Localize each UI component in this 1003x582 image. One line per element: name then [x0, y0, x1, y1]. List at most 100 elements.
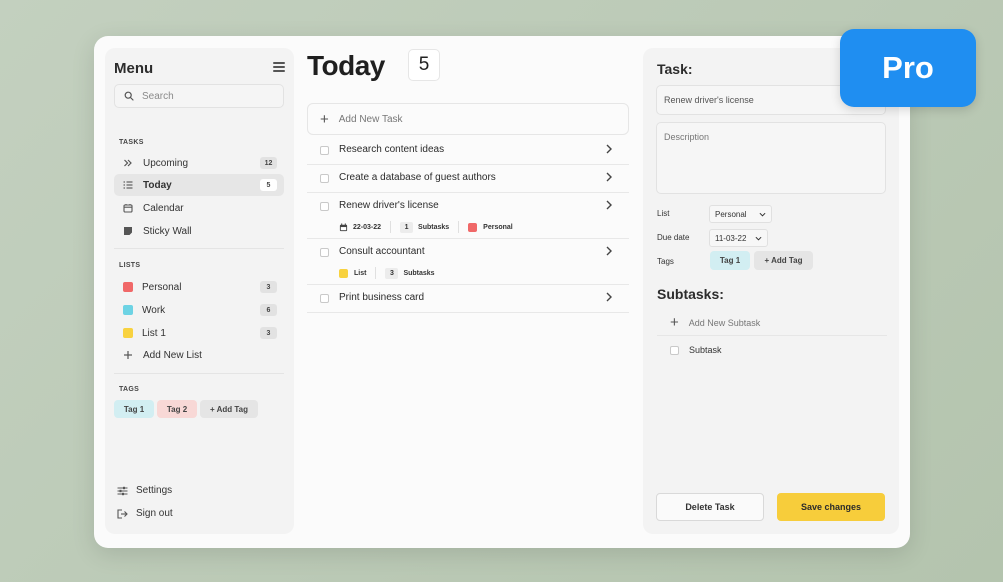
task-row[interactable]: Research content ideas — [307, 137, 629, 165]
plus-icon: + — [670, 314, 679, 331]
subtask-count-badge: 3 — [385, 267, 399, 279]
subtasks-label: Subtasks — [418, 223, 450, 231]
calendar-icon — [339, 222, 348, 231]
description-field[interactable] — [656, 122, 886, 194]
sidebar-item-label: List 1 — [142, 327, 166, 339]
task-checkbox[interactable] — [320, 146, 329, 155]
sidebar-item-label: Calendar — [143, 202, 184, 214]
task-row[interactable]: Print business card — [307, 285, 629, 313]
tasks-section-label: TASKS — [119, 139, 144, 146]
sidebar-item-calendar[interactable]: Calendar — [114, 197, 284, 219]
add-new-subtask-button[interactable]: + Add New Subtask — [657, 310, 887, 336]
task-name: Create a database of guest authors — [339, 172, 496, 183]
add-list-label: Add New List — [143, 349, 202, 361]
chevron-right-icon[interactable] — [603, 199, 615, 211]
checklist-icon — [122, 179, 134, 191]
task-count-badge: 5 — [408, 49, 440, 81]
task-row[interactable]: Consult accountant List 3 Subtasks — [307, 239, 629, 285]
tags-label: Tags — [657, 257, 674, 266]
sidebar-item-list-1[interactable]: List 1 3 — [114, 322, 284, 344]
chevron-right-icon[interactable] — [603, 143, 615, 155]
add-new-task-button[interactable]: + Add New Task — [307, 103, 629, 135]
app-window: Menu TASKS Upcoming 12 Today 5 Calendar … — [94, 36, 910, 548]
list-label: List — [657, 209, 670, 218]
divider — [375, 267, 377, 279]
due-date-label: Due date — [657, 233, 690, 242]
chevron-down-icon — [759, 212, 766, 217]
add-tag-button[interactable]: + Add Tag — [200, 400, 258, 418]
divider — [458, 221, 460, 233]
sidebar-item-upcoming[interactable]: Upcoming 12 — [114, 152, 284, 174]
subtasks-title: Subtasks: — [657, 286, 724, 302]
tag-chip-tag-1[interactable]: Tag 1 — [710, 251, 750, 270]
subtask-checkbox[interactable] — [670, 345, 679, 355]
subtask-label: Subtask — [689, 345, 722, 355]
sidebar: Menu TASKS Upcoming 12 Today 5 Calendar … — [105, 48, 294, 534]
divider — [390, 221, 392, 233]
color-swatch — [123, 328, 133, 338]
double-chevron-icon — [122, 157, 134, 169]
count-badge: 6 — [260, 304, 277, 316]
task-row[interactable]: Create a database of guest authors — [307, 165, 629, 193]
page-title: Today — [307, 50, 385, 81]
task-checkbox[interactable] — [320, 174, 329, 183]
divider — [114, 373, 284, 374]
sidebar-item-today[interactable]: Today 5 — [114, 174, 284, 196]
sidebar-item-label: Personal — [142, 281, 182, 293]
tag-chip-tag-2[interactable]: Tag 2 — [157, 400, 197, 418]
sidebar-item-work[interactable]: Work 6 — [114, 299, 284, 321]
search-box[interactable] — [114, 84, 284, 108]
task-name: Research content ideas — [339, 144, 445, 155]
count-badge: 3 — [260, 327, 277, 339]
task-row[interactable]: Renew driver's license 22-03-22 1 Subtas… — [307, 193, 629, 239]
add-new-list-button[interactable]: Add New List — [114, 344, 284, 366]
task-name: Renew driver's license — [339, 200, 439, 211]
chevron-right-icon[interactable] — [603, 245, 615, 257]
task-checkbox[interactable] — [320, 248, 329, 257]
color-swatch — [123, 305, 133, 315]
pro-badge: Pro — [840, 29, 976, 107]
menu-title: Menu — [114, 60, 154, 77]
task-list-name: Personal — [483, 223, 513, 231]
detail-title: Task: — [657, 61, 693, 77]
chevron-right-icon[interactable] — [603, 291, 615, 303]
list-select[interactable]: Personal — [709, 205, 772, 223]
add-tag-button[interactable]: + Add Tag — [754, 251, 813, 270]
task-checkbox[interactable] — [320, 202, 329, 211]
color-swatch — [468, 222, 478, 232]
plus-icon: + — [320, 110, 329, 128]
task-detail-panel: Task: List Personal Due date 11-03-22 Ta… — [643, 48, 899, 534]
plus-icon — [122, 349, 134, 361]
task-list-name: List — [354, 269, 367, 277]
task-checkbox[interactable] — [320, 294, 329, 303]
task-meta: List 3 Subtasks — [339, 267, 435, 279]
sticky-note-icon — [122, 225, 134, 237]
sidebar-item-label: Work — [142, 304, 166, 316]
list-select-value: Personal — [715, 209, 747, 219]
task-name: Print business card — [339, 292, 425, 303]
sidebar-item-sticky-wall[interactable]: Sticky Wall — [114, 220, 284, 242]
settings-button[interactable]: Settings — [116, 485, 172, 496]
subtask-row[interactable]: Subtask — [657, 338, 887, 362]
sidebar-item-label: Sticky Wall — [143, 225, 192, 237]
hamburger-menu-icon[interactable] — [273, 62, 285, 74]
sidebar-item-label: Today — [143, 179, 172, 191]
add-task-label: Add New Task — [338, 113, 403, 125]
count-badge: 5 — [260, 179, 277, 191]
sign-out-button[interactable]: Sign out — [116, 508, 173, 519]
color-swatch — [339, 268, 348, 278]
delete-task-button[interactable]: Delete Task — [656, 493, 764, 521]
search-icon — [124, 91, 134, 101]
tag-chip-tag-1[interactable]: Tag 1 — [114, 400, 154, 418]
search-input[interactable] — [142, 90, 272, 102]
sidebar-item-personal[interactable]: Personal 3 — [114, 276, 284, 298]
due-date-select[interactable]: 11-03-22 — [709, 229, 768, 247]
chevron-right-icon[interactable] — [603, 171, 615, 183]
count-badge: 12 — [260, 157, 277, 169]
task-name: Consult accountant — [339, 246, 425, 257]
save-changes-button[interactable]: Save changes — [777, 493, 885, 521]
settings-label: Settings — [136, 485, 173, 496]
color-swatch — [123, 282, 133, 292]
settings-sliders-icon — [116, 486, 128, 496]
sidebar-item-label: Upcoming — [143, 157, 189, 169]
